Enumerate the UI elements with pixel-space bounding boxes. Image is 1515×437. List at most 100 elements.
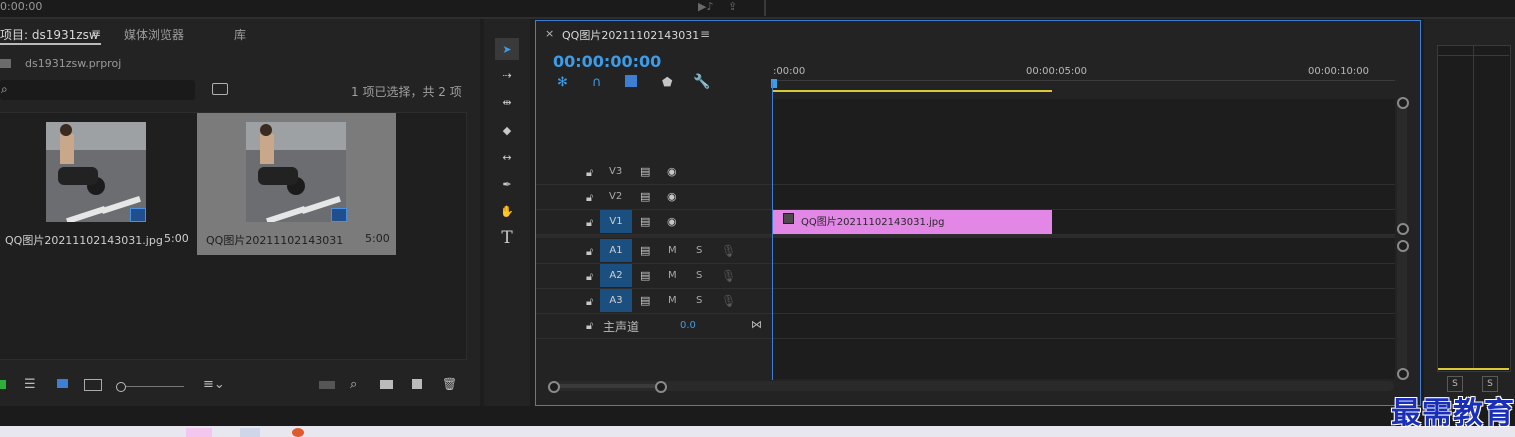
wrench-icon[interactable]: 🔧	[693, 74, 710, 90]
sequence-menu-icon[interactable]: ≡	[700, 27, 710, 41]
zoom-slider[interactable]	[126, 386, 184, 387]
work-area-bar[interactable]	[773, 90, 1052, 92]
ripple-edit-tool-icon[interactable]: ⇹	[495, 91, 519, 113]
scroll-handle[interactable]	[1397, 368, 1409, 380]
sync-lock-icon[interactable]: ▤	[640, 190, 650, 203]
zoom-slider-handle[interactable]	[116, 382, 126, 392]
type-tool-icon[interactable]: T	[495, 227, 519, 249]
master-volume-value[interactable]: 0.0	[680, 320, 696, 331]
mute-button[interactable]: M	[668, 295, 677, 306]
track-target-a1[interactable]: A1	[600, 239, 632, 262]
source-timecode: 0:00:00	[0, 0, 43, 13]
lock-icon[interactable]	[0, 380, 6, 389]
watermark-logo: 最需教育	[1391, 396, 1515, 431]
find-icon[interactable]: ⌕	[350, 377, 357, 392]
ruler-label: :00:00	[773, 66, 806, 77]
zoom-bar[interactable]	[552, 384, 660, 388]
scroll-handle[interactable]	[1397, 97, 1409, 109]
scroll-handle[interactable]	[1397, 223, 1409, 235]
clip-thumbnail[interactable]	[246, 122, 346, 222]
scroll-handle[interactable]	[1397, 240, 1409, 252]
video-scrollbar[interactable]	[1397, 97, 1407, 233]
hand-tool-icon[interactable]: ✋	[495, 200, 519, 222]
tab-project[interactable]: 项目: ds1931zsw	[0, 26, 99, 43]
mute-button[interactable]: M	[668, 270, 677, 281]
track-target-a3[interactable]: A3	[600, 289, 632, 312]
lock-icon[interactable]: 🔓︎	[586, 295, 593, 309]
tab-media-browser[interactable]: 媒体浏览器	[124, 26, 184, 43]
new-item-icon[interactable]	[412, 379, 422, 389]
marker-icon[interactable]: ⬟	[662, 75, 672, 89]
trash-icon[interactable]: 🗑	[442, 377, 457, 391]
audio-icon[interactable]: ▶♪	[698, 0, 713, 13]
track-select-tool-icon[interactable]: ⇢	[495, 64, 519, 86]
project-search-input[interactable]	[0, 80, 195, 100]
list-view-icon[interactable]: ☰	[24, 377, 36, 392]
mic-icon[interactable]: 🎙︎	[721, 244, 736, 258]
taskbar-app-icon[interactable]	[240, 428, 260, 437]
zoom-handle-right[interactable]	[655, 381, 667, 393]
pen-tool-icon[interactable]: ✒	[495, 173, 519, 195]
project-item-duration: 5:00	[365, 232, 390, 245]
clip-label: QQ图片20211102143031.jpg	[801, 217, 945, 228]
taskbar-app-icon[interactable]	[186, 428, 212, 437]
mic-icon[interactable]: 🎙︎	[721, 269, 736, 283]
new-bin-icon[interactable]	[380, 380, 393, 389]
selection-status: 1 项已选择，共 2 项	[351, 85, 462, 99]
mute-button[interactable]: M	[668, 245, 677, 256]
mic-icon[interactable]: 🎙︎	[721, 294, 736, 308]
sync-lock-icon[interactable]: ▤	[640, 294, 650, 307]
eye-icon[interactable]: ◉	[667, 215, 677, 228]
lock-icon[interactable]: 🔓︎	[586, 245, 593, 259]
ruler-label: 00:00:10:00	[1308, 66, 1370, 77]
os-taskbar	[0, 426, 1515, 437]
project-file-icon	[0, 59, 11, 68]
eye-icon[interactable]: ◉	[667, 165, 677, 178]
track-target-a2[interactable]: A2	[600, 264, 632, 287]
export-frame-icon[interactable]: ⇪	[728, 0, 737, 13]
meter-frame	[1437, 45, 1511, 372]
selection-tool-icon[interactable]: ➤	[495, 38, 519, 60]
clip-thumbnail[interactable]	[46, 122, 146, 222]
lock-icon[interactable]: 🔓︎	[586, 166, 593, 180]
zoom-handle-left[interactable]	[548, 381, 560, 393]
taskbar-app-icon[interactable]	[292, 428, 304, 437]
video-audio-divider[interactable]	[536, 235, 1395, 238]
track-label-v2[interactable]: V2	[609, 191, 622, 202]
sync-lock-icon[interactable]: ▤	[640, 215, 650, 228]
go-to-edit-point-icon[interactable]: ⋈	[751, 318, 762, 331]
playhead-timecode[interactable]: 00:00:00:00	[553, 52, 661, 71]
close-icon[interactable]: ×	[545, 27, 554, 40]
sync-lock-icon[interactable]: ▤	[640, 244, 650, 257]
lock-icon[interactable]: 🔓︎	[586, 319, 593, 333]
sequence-tab[interactable]: QQ图片20211102143031	[562, 27, 699, 43]
solo-button[interactable]: S	[696, 270, 702, 281]
lock-icon[interactable]: 🔓︎	[586, 191, 593, 205]
eye-icon[interactable]: ◉	[667, 190, 677, 203]
horizontal-scrollbar[interactable]	[548, 381, 1394, 391]
slip-tool-icon[interactable]: ↔	[495, 146, 519, 168]
new-search-bin-icon[interactable]	[212, 83, 228, 95]
lock-icon[interactable]: 🔓︎	[586, 270, 593, 284]
sort-icon[interactable]: ≡⌄	[203, 377, 225, 392]
linked-selection-icon[interactable]	[625, 75, 637, 87]
razor-tool-icon[interactable]: ◆	[495, 119, 519, 141]
snap-icon[interactable]: ∩	[592, 75, 602, 90]
icon-view-icon[interactable]	[57, 379, 68, 388]
playhead-line[interactable]	[772, 82, 773, 380]
sequence-badge-icon	[130, 208, 146, 222]
track-target-v1[interactable]: V1	[600, 210, 632, 233]
track-row-a2	[536, 264, 1395, 289]
sync-lock-icon[interactable]: ▤	[640, 165, 650, 178]
automate-to-sequence-icon[interactable]	[319, 381, 335, 389]
track-label-v3[interactable]: V3	[609, 166, 622, 177]
freeform-view-icon[interactable]	[84, 379, 102, 391]
sync-lock-icon[interactable]: ▤	[640, 269, 650, 282]
lock-icon[interactable]: 🔓︎	[586, 216, 593, 230]
nest-icon[interactable]: ✻	[557, 75, 568, 90]
solo-button[interactable]: S	[696, 245, 702, 256]
solo-button[interactable]: S	[696, 295, 702, 306]
tab-library[interactable]: 库	[234, 26, 246, 43]
audio-scrollbar[interactable]	[1397, 240, 1407, 378]
project-menu-icon[interactable]: ≡	[91, 26, 101, 40]
